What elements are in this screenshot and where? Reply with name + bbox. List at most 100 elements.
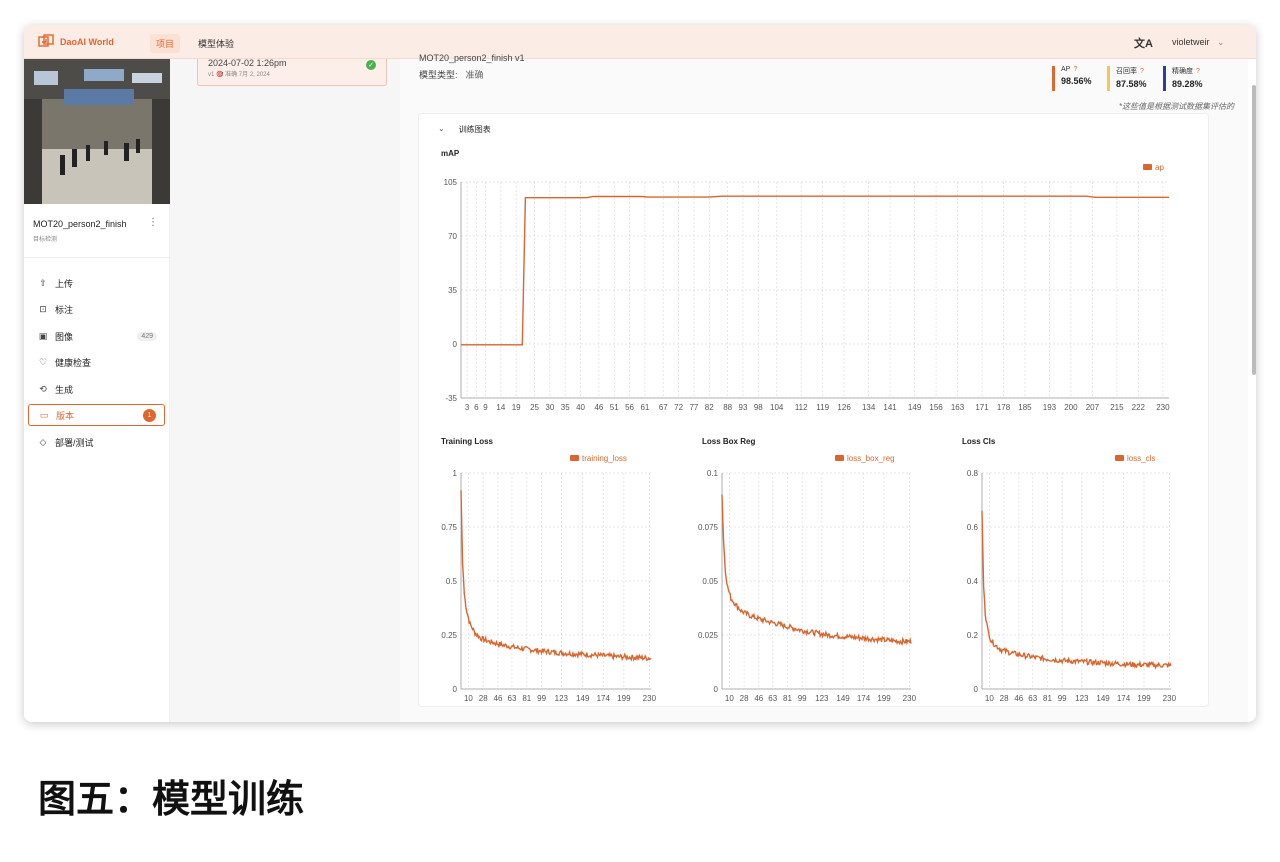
y-tick-label: 0 bbox=[974, 685, 979, 694]
x-tick-label: 99 bbox=[1058, 694, 1067, 703]
x-tick-label: 126 bbox=[837, 403, 851, 412]
sidebar-item-annotate[interactable]: ⊡ 标注 bbox=[28, 298, 165, 320]
x-tick-label: 149 bbox=[836, 694, 850, 703]
help-icon[interactable]: ? bbox=[1073, 66, 1077, 73]
model-type-label: 模型类型: bbox=[419, 70, 458, 80]
brand-name: DaoAI World bbox=[60, 37, 114, 47]
x-tick-label: 193 bbox=[1043, 403, 1057, 412]
x-tick-label: 67 bbox=[659, 403, 668, 412]
metric-label: 召回率 bbox=[1116, 68, 1137, 75]
x-tick-label: 163 bbox=[951, 403, 965, 412]
tag-icon: ◇ bbox=[39, 436, 47, 447]
x-tick-label: 81 bbox=[522, 694, 531, 703]
y-tick-label: 0.025 bbox=[698, 631, 719, 640]
model-type: 模型类型: 准确 bbox=[419, 68, 484, 81]
y-tick-label: 0.2 bbox=[967, 631, 979, 640]
x-tick-label: 19 bbox=[512, 403, 521, 412]
y-tick-label: 0 bbox=[453, 685, 458, 694]
x-tick-label: 123 bbox=[1075, 694, 1089, 703]
sidebar-item-label: 版本 bbox=[56, 410, 75, 421]
x-tick-label: 207 bbox=[1086, 403, 1100, 412]
sidebar-item-images[interactable]: ▣ 图像 429 bbox=[28, 325, 165, 347]
scrollbar[interactable] bbox=[1252, 85, 1256, 375]
x-tick-label: 123 bbox=[815, 694, 829, 703]
version-card[interactable]: 2024-07-02 1:26pm v1 🎯 准确 7月 2, 2024 ✓ bbox=[197, 58, 387, 86]
check-icon: ✓ bbox=[366, 60, 376, 70]
sidebar-item-label: 健康检查 bbox=[55, 357, 92, 368]
x-tick-label: 230 bbox=[1156, 403, 1170, 412]
y-tick-label: 0 bbox=[714, 685, 719, 694]
metric-ap: AP? 98.56% bbox=[1052, 66, 1092, 91]
image-count-badge: 429 bbox=[137, 331, 157, 341]
x-tick-label: 10 bbox=[985, 694, 994, 703]
x-tick-label: 230 bbox=[643, 694, 657, 703]
x-tick-label: 174 bbox=[597, 694, 611, 703]
x-tick-label: 149 bbox=[576, 694, 590, 703]
nav-model-experience[interactable]: 模型体验 bbox=[198, 37, 234, 50]
annotate-icon: ⊡ bbox=[39, 303, 47, 314]
sidebar-item-upload[interactable]: ⇧ 上传 bbox=[28, 272, 165, 294]
sidebar: MOT20_person2_finish ⋮ 目标检测 ⇧ 上传 ⊡ 标注 ▣ … bbox=[24, 59, 170, 722]
metric-value: 98.56% bbox=[1061, 76, 1092, 86]
chart-title: Loss Box Reg bbox=[702, 437, 755, 446]
user-menu[interactable]: violetweir ⌄ bbox=[1172, 37, 1225, 48]
x-tick-label: 81 bbox=[1043, 694, 1052, 703]
x-tick-label: 230 bbox=[1163, 694, 1177, 703]
project-name: MOT20_person2_finish bbox=[33, 219, 127, 229]
x-tick-label: 134 bbox=[862, 403, 876, 412]
y-tick-label: 0.5 bbox=[446, 577, 458, 586]
y-tick-label: 0.1 bbox=[707, 469, 719, 478]
x-tick-label: 174 bbox=[1117, 694, 1131, 703]
upload-icon: ⇧ bbox=[39, 277, 47, 288]
help-icon[interactable]: ? bbox=[1140, 68, 1144, 75]
metric-recall: 召回率? 87.58% bbox=[1107, 66, 1147, 91]
x-tick-label: 199 bbox=[617, 694, 631, 703]
sidebar-item-health-check[interactable]: ♡ 健康检查 bbox=[28, 351, 165, 373]
legend-label: loss_box_reg bbox=[847, 454, 895, 463]
x-tick-label: 63 bbox=[1028, 694, 1037, 703]
series-line-loss_cls bbox=[981, 510, 1172, 670]
metric-value: 89.28% bbox=[1172, 79, 1203, 89]
x-tick-label: 149 bbox=[908, 403, 922, 412]
x-tick-label: 40 bbox=[576, 403, 585, 412]
x-tick-label: 199 bbox=[1137, 694, 1151, 703]
y-tick-label: 0.75 bbox=[441, 523, 457, 532]
training-charts-panel: ⌄ 训练图表 mAP 3 6 9 14 19 25 30 35 40 46 51 56 61 67 72 77 8… bbox=[418, 113, 1209, 707]
x-tick-label: 178 bbox=[997, 403, 1011, 412]
x-tick-label: 30 bbox=[545, 403, 554, 412]
y-tick-label: 0.4 bbox=[967, 577, 979, 586]
x-tick-label: 156 bbox=[929, 403, 943, 412]
folder-icon: ▭ bbox=[39, 409, 49, 420]
version-date: 2024-07-02 1:26pm bbox=[208, 58, 287, 68]
help-icon[interactable]: ? bbox=[1196, 68, 1200, 75]
x-tick-label: 10 bbox=[725, 694, 734, 703]
x-tick-label: 222 bbox=[1132, 403, 1146, 412]
x-tick-label: 171 bbox=[975, 403, 989, 412]
sidebar-item-label: 部署/测试 bbox=[55, 437, 94, 448]
legend-swatch bbox=[570, 455, 579, 461]
chart-title: Training Loss bbox=[441, 437, 494, 446]
versions-column: 2024-07-02 1:26pm v1 🎯 准确 7月 2, 2024 ✓ bbox=[170, 58, 400, 722]
legend-swatch bbox=[1143, 164, 1152, 170]
chart-title: Loss Cls bbox=[962, 437, 996, 446]
x-tick-label: 98 bbox=[754, 403, 763, 412]
metric-value: 87.58% bbox=[1116, 79, 1147, 89]
x-tick-label: 46 bbox=[594, 403, 603, 412]
x-tick-label: 28 bbox=[479, 694, 488, 703]
more-options-icon[interactable]: ⋮ bbox=[148, 217, 158, 228]
metric-label: AP bbox=[1061, 66, 1071, 73]
x-tick-label: 6 bbox=[474, 403, 479, 412]
sidebar-item-generate[interactable]: ⟲ 生成 bbox=[28, 378, 165, 400]
version-meta: v1 🎯 准确 7月 2, 2024 bbox=[208, 72, 270, 78]
x-tick-label: 119 bbox=[816, 403, 829, 412]
sidebar-item-deploy-test[interactable]: ◇ 部署/测试 bbox=[28, 431, 165, 453]
nav-projects[interactable]: 项目 bbox=[150, 34, 181, 53]
x-tick-label: 9 bbox=[483, 403, 488, 412]
chart-title: mAP bbox=[441, 149, 460, 158]
translate-icon[interactable]: 文A bbox=[1134, 35, 1153, 51]
x-tick-label: 72 bbox=[674, 403, 683, 412]
brand-logo[interactable]: DaoAI World bbox=[38, 34, 114, 50]
sidebar-item-versions[interactable]: ▭ 版本 1 bbox=[28, 404, 165, 426]
health-icon: ♡ bbox=[38, 356, 48, 367]
x-tick-label: 112 bbox=[795, 403, 808, 412]
